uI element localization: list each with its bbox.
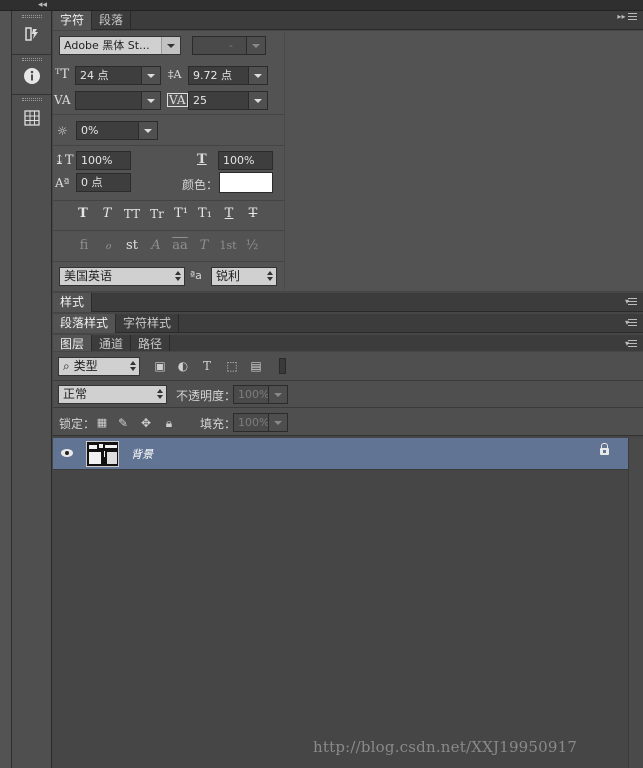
tab-character[interactable]: 字符 — [53, 11, 93, 30]
faux-bold-button[interactable]: T — [72, 205, 94, 223]
layer-name[interactable]: 背景 — [131, 446, 153, 462]
panel-divider — [284, 30, 285, 290]
visibility-eye-icon[interactable] — [61, 449, 73, 457]
opacity-field[interactable]: 100% — [233, 385, 288, 404]
separator — [53, 261, 285, 262]
font-family-select[interactable]: Adobe 黑体 St... — [59, 36, 181, 55]
tracking-field[interactable]: 25 — [188, 91, 268, 110]
dock-separator — [12, 54, 52, 55]
tab-paragraph[interactable]: 段落 — [92, 11, 132, 30]
grid-icon[interactable] — [21, 107, 43, 129]
dock-grip[interactable] — [22, 58, 42, 61]
filter-toggle[interactable] — [279, 358, 286, 374]
blend-mode-select[interactable]: 正常 — [58, 385, 167, 404]
font-size-field[interactable]: 24 点 — [75, 66, 161, 85]
vertical-scale-icon: ↨T — [54, 153, 74, 168]
horizontal-scale-field[interactable]: 100% — [218, 151, 273, 170]
panel-menu-icon[interactable]: ▾ — [625, 297, 637, 306]
panel-top-strip: ◂◂ — [0, 0, 643, 11]
filter-pixel-icon[interactable]: ▣ — [153, 359, 167, 373]
ligatures-button[interactable]: ﬁ — [73, 237, 95, 255]
faux-italic-button[interactable]: T — [96, 205, 118, 223]
horizontal-scale-icon: T — [197, 152, 207, 167]
collapse-panels-icon[interactable]: ◂◂ — [38, 0, 47, 10]
lock-all-icon[interactable]: 🔒︎ — [162, 416, 176, 430]
tab-styles[interactable]: 样式 — [53, 293, 93, 312]
panel-menu-icon[interactable]: ▾ — [625, 339, 637, 348]
titling-alternates-button[interactable]: T — [193, 237, 215, 255]
text-color-swatch[interactable] — [219, 172, 273, 193]
small-caps-button[interactable]: Tr — [145, 205, 169, 223]
swash-button[interactable]: A — [145, 237, 167, 255]
fractions-button[interactable]: ½ — [241, 237, 263, 255]
dock-grip[interactable] — [22, 98, 42, 101]
leading-icon: ‡A — [168, 68, 182, 81]
strikethrough-button[interactable]: T — [242, 205, 264, 223]
tab-character-styles[interactable]: 字符样式 — [116, 314, 180, 333]
filter-smart-object-icon[interactable]: ▤ — [249, 359, 263, 373]
blend-bar: 正常 不透明度： 100% — [53, 381, 643, 408]
lock-position-move-icon[interactable]: ✥ — [139, 416, 153, 430]
superscript-button[interactable]: T¹ — [170, 205, 192, 223]
lock-transparent-icon[interactable]: ▦ — [95, 416, 109, 430]
fill-field[interactable]: 100% — [233, 413, 288, 432]
subscript-button[interactable]: T₁ — [194, 205, 216, 223]
kerning-icon: VA — [54, 93, 71, 107]
discretionary-ligatures-button[interactable]: st — [121, 237, 143, 255]
old-style-button[interactable]: ℴ — [97, 237, 119, 255]
layers-scrollbar[interactable] — [628, 438, 643, 768]
watermark-text: http://blog.csdn.net/XXJ19950917 — [313, 738, 578, 756]
vertical-scale-field[interactable]: 100% — [76, 151, 131, 170]
language-select[interactable]: 美国英语 — [59, 267, 185, 286]
tracking-icon: VA — [167, 93, 188, 107]
underline-button[interactable]: T — [218, 205, 240, 223]
antialias-label: ªa — [190, 269, 202, 282]
filter-kind-select[interactable]: ⌕ 类型 — [58, 357, 140, 376]
tsume-icon: ☼ — [57, 124, 68, 138]
lock-image-brush-icon[interactable]: ✎ — [116, 416, 130, 430]
stylistic-alternates-button[interactable]: aa — [169, 237, 191, 255]
history-icon[interactable] — [21, 23, 43, 45]
leading-field[interactable]: 9.72 点 — [188, 66, 268, 85]
layer-row[interactable]: 背景 — [53, 438, 628, 470]
color-label: 颜色： — [182, 178, 219, 192]
left-edge — [0, 11, 12, 768]
dock-separator — [12, 94, 52, 95]
tsume-field[interactable]: 0% — [76, 121, 158, 140]
layer-filter-bar: ⌕ 类型 ▣ ◐ T ⬚ ▤ — [53, 352, 643, 381]
info-icon[interactable] — [21, 65, 43, 87]
separator — [53, 114, 285, 115]
separator — [53, 145, 285, 146]
panel-menu-icon[interactable]: ▾ — [625, 318, 637, 327]
lock-label: 锁定： — [59, 417, 96, 431]
panel-menu-icon[interactable]: ▸▸ — [617, 12, 637, 21]
character-panel-tabs: 字符 段落 ▸▸ — [53, 11, 643, 30]
filter-shape-icon[interactable]: ⬚ — [225, 359, 239, 373]
styles-panel-tabs: 样式 ▾ — [53, 293, 643, 312]
lock-bar: 锁定： ▦ ✎ ✥ 🔒︎ 填充： 100% — [53, 408, 643, 436]
layer-thumbnail — [86, 441, 119, 467]
baseline-shift-icon: Aª — [55, 176, 70, 190]
kerning-field[interactable] — [75, 91, 161, 110]
search-icon: ⌕ — [63, 359, 70, 373]
icon-dock — [12, 11, 52, 768]
tab-paragraph-styles[interactable]: 段落样式 — [53, 314, 117, 333]
ordinals-button[interactable]: 1st — [217, 237, 239, 255]
separator — [53, 200, 285, 201]
fill-label: 填充： — [200, 417, 237, 431]
antialias-select[interactable]: 锐利 — [211, 267, 277, 286]
opacity-label: 不透明度： — [176, 389, 237, 403]
all-caps-button[interactable]: TT — [120, 205, 144, 223]
paragraph-styles-panel-tabs: 段落样式 字符样式 ▾ — [53, 314, 643, 333]
font-size-icon: ᵀT — [55, 67, 70, 82]
filter-type-icon[interactable]: T — [200, 359, 214, 373]
filter-adjustment-icon[interactable]: ◐ — [176, 359, 190, 373]
lock-icon — [600, 443, 609, 455]
separator — [53, 230, 285, 231]
font-style-select[interactable]: - — [192, 36, 266, 55]
dock-grip[interactable] — [22, 15, 42, 18]
baseline-shift-field[interactable]: 0 点 — [76, 173, 131, 192]
